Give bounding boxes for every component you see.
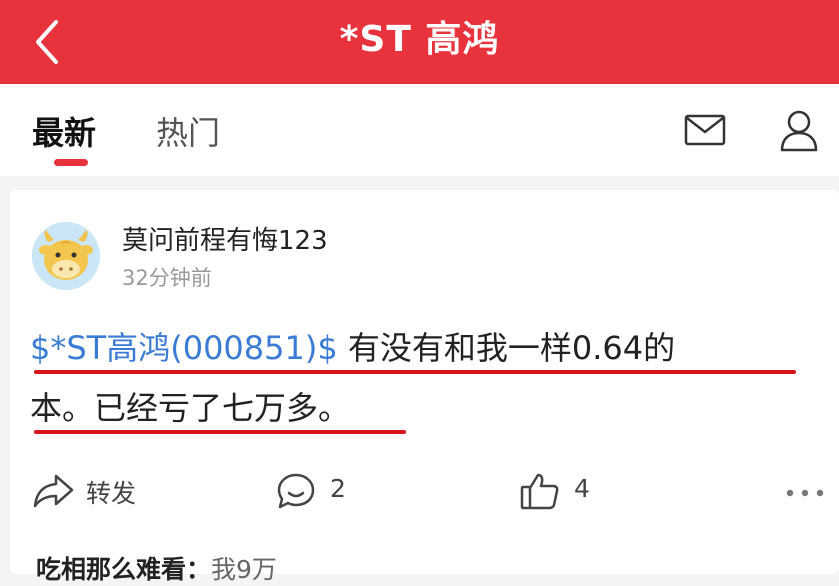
mail-button[interactable] xyxy=(684,113,726,147)
share-icon xyxy=(33,474,74,508)
post-author[interactable]: 莫问前程有悔123 xyxy=(122,220,328,257)
mail-icon xyxy=(684,114,726,146)
post-text-line1: 有没有和我一样0.64的 xyxy=(337,329,676,367)
stock-tag-link[interactable]: $*ST高鸿(000851)$ xyxy=(30,329,338,367)
highlight-underline-1 xyxy=(34,370,796,374)
comment-text: 我9万 xyxy=(211,555,277,584)
page-title: *ST 高鸿 xyxy=(339,19,500,60)
post-content: $*ST高鸿(000851)$ 有没有和我一样0.64的 本。已经亏了七万多。 xyxy=(30,318,820,438)
share-label: 转发 xyxy=(86,479,137,508)
like-count: 4 xyxy=(574,474,590,503)
user-icon xyxy=(780,110,818,152)
comment-count: 2 xyxy=(330,474,346,503)
tab-latest[interactable]: 最新 xyxy=(32,108,96,154)
more-dots-icon xyxy=(786,489,824,497)
post-card: 莫问前程有悔123 32分钟前 $*ST高鸿(000851)$ 有没有和我一样0… xyxy=(10,190,839,584)
share-button[interactable]: 转发 xyxy=(32,472,152,510)
comment-button[interactable]: 2 xyxy=(276,472,366,510)
comment-preview[interactable]: 吃相那么难看：我9万 xyxy=(36,550,277,586)
more-button[interactable] xyxy=(784,484,826,497)
post-time: 32分钟前 xyxy=(122,266,212,290)
post-actions: 转发 2 4 xyxy=(10,462,839,518)
tab-hot[interactable]: 热门 xyxy=(156,108,220,154)
comment-author: 吃相那么难看： xyxy=(36,555,212,584)
tab-bar: 最新 热门 xyxy=(0,84,839,176)
header-bar: *ST 高鸿 xyxy=(0,0,839,84)
active-tab-indicator xyxy=(54,159,88,166)
like-button[interactable]: 4 xyxy=(520,472,600,510)
cow-avatar-icon xyxy=(32,222,100,290)
highlight-underline-2 xyxy=(34,430,406,434)
post-text-line2: 本。已经亏了七万多。 xyxy=(30,389,351,427)
comment-icon xyxy=(277,473,315,509)
user-button[interactable] xyxy=(778,108,820,152)
avatar[interactable] xyxy=(32,222,100,290)
thumbs-up-icon xyxy=(520,473,559,510)
